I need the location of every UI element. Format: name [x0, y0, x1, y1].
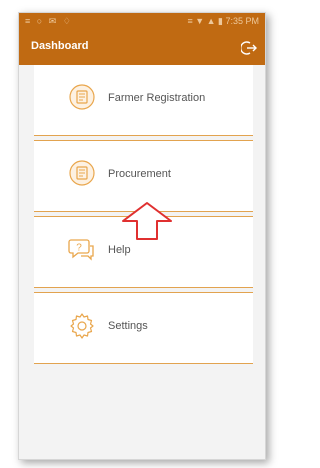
settings-icon	[70, 313, 94, 339]
logout-icon[interactable]	[241, 40, 257, 56]
status-left-icons: ≡ ○ ✉ ♢	[25, 16, 73, 26]
page-title: Dashboard	[31, 40, 89, 52]
phone-frame: ≡ ○ ✉ ♢ ≡ ▼ ▲ ▮ 7:35 PM Dashboard Farmer…	[18, 12, 266, 460]
menu-item-label: Farmer Registration	[108, 92, 206, 104]
farmer-registration-icon	[69, 84, 95, 110]
svg-text:?: ?	[76, 243, 82, 254]
menu-item-label: Settings	[108, 320, 148, 332]
red-up-arrow-annotation	[122, 202, 172, 240]
menu-item-label: Procurement	[108, 168, 171, 180]
status-right-text: ≡ ▼ ▲ ▮ 7:35 PM	[187, 16, 259, 26]
procurement-icon	[69, 160, 95, 186]
menu-item-label: Help	[108, 244, 131, 256]
menu-item-farmer-registration[interactable]: Farmer Registration	[34, 65, 253, 136]
menu-item-settings[interactable]: Settings	[34, 292, 253, 364]
app-bar: Dashboard	[19, 31, 265, 65]
status-bar: ≡ ○ ✉ ♢ ≡ ▼ ▲ ▮ 7:35 PM	[19, 13, 265, 31]
help-icon: ?	[68, 239, 94, 261]
